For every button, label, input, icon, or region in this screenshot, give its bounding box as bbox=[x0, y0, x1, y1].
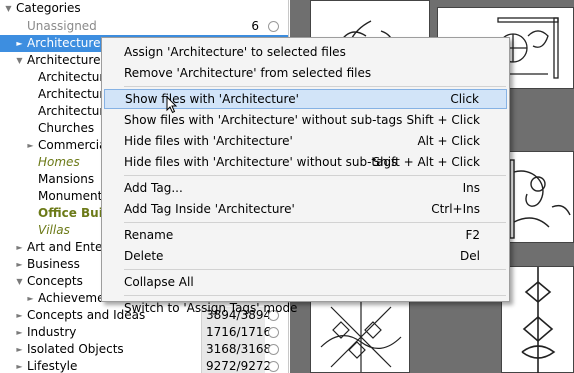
expand-arrow-icon[interactable]: ► bbox=[15, 358, 24, 373]
tree-item[interactable]: ► Lifestyle 9272/9272 bbox=[0, 358, 288, 373]
thumbnail-ornament-bottom-right[interactable] bbox=[501, 266, 574, 373]
menu-item-label: Remove 'Architecture' from selected file… bbox=[124, 66, 372, 80]
tree-item-label: Mansions bbox=[38, 172, 95, 186]
menu-item-shortcut: Shift + Click bbox=[406, 113, 480, 127]
tree-item-count: 3168/3168 bbox=[201, 341, 271, 358]
tag-filter-radio[interactable] bbox=[268, 21, 279, 32]
menu-item-label: Rename bbox=[124, 228, 174, 242]
menu-item[interactable]: Delete Del bbox=[104, 246, 507, 266]
menu-item[interactable]: Add Tag... Ins bbox=[104, 178, 507, 198]
tree-item-label: Lifestyle bbox=[27, 359, 78, 373]
expand-arrow-icon[interactable]: ► bbox=[26, 290, 35, 307]
menu-item-shortcut: Alt + Click bbox=[417, 134, 480, 148]
menu-item[interactable]: Switch to 'Assign Tags' mode bbox=[104, 298, 507, 318]
menu-item-label: Delete bbox=[124, 249, 164, 263]
menu-separator bbox=[124, 86, 506, 87]
tag-context-menu: Assign 'Architecture' to selected files R… bbox=[101, 37, 510, 315]
menu-item-shortcut: Ctrl+Ins bbox=[431, 202, 480, 216]
tree-item-count: 9272/9272 bbox=[201, 358, 271, 373]
tree-item-label: Homes bbox=[38, 155, 80, 169]
thumbnail-ornament-right-middle[interactable] bbox=[501, 151, 574, 243]
tree-item-label: Concepts bbox=[27, 274, 83, 288]
menu-separator bbox=[124, 175, 506, 176]
menu-item[interactable]: Collapse All bbox=[104, 272, 507, 292]
menu-item-label: Assign 'Architecture' to selected files bbox=[124, 45, 346, 59]
menu-item-label: Add Tag... bbox=[124, 181, 183, 195]
tree-item[interactable]: ► Industry 1716/1716 bbox=[0, 324, 288, 341]
tree-item-label: Architecture bbox=[27, 36, 101, 50]
tree-item-count: 6 bbox=[251, 19, 259, 33]
menu-item[interactable]: Assign 'Architecture' to selected files bbox=[104, 42, 507, 62]
menu-item[interactable]: Hide files with 'Architecture' Alt + Clic… bbox=[104, 131, 507, 151]
tree-item-label: Villas bbox=[38, 223, 70, 237]
tree-item-label: Unassigned bbox=[27, 19, 97, 33]
menu-item[interactable]: Show files with 'Architecture' Click bbox=[104, 89, 507, 109]
tree-item-label: Churches bbox=[38, 121, 95, 135]
expand-arrow-icon[interactable]: ► bbox=[26, 137, 35, 154]
tree-item-label: Commercial bbox=[38, 138, 110, 152]
ornament-image bbox=[509, 159, 571, 239]
tree-item[interactable]: Unassigned 6 bbox=[0, 18, 288, 35]
menu-item-shortcut: F2 bbox=[465, 228, 480, 242]
tree-item-count: 1716/1716 bbox=[201, 324, 271, 341]
expand-arrow-icon[interactable]: ► bbox=[15, 307, 24, 324]
menu-separator bbox=[124, 295, 506, 296]
tree-item[interactable]: ▼ Categories bbox=[0, 0, 288, 17]
menu-item[interactable]: Rename F2 bbox=[104, 225, 507, 245]
menu-item-shortcut: Click bbox=[450, 92, 479, 106]
ornament-image bbox=[521, 267, 556, 373]
tree-item-label: Art and Entert bbox=[27, 240, 112, 254]
tag-filter-radio[interactable] bbox=[268, 327, 279, 338]
menu-item-label: Show files with 'Architecture' bbox=[125, 92, 299, 106]
expand-arrow-icon[interactable]: ► bbox=[15, 324, 24, 341]
menu-item-label: Add Tag Inside 'Architecture' bbox=[124, 202, 295, 216]
expand-arrow-icon[interactable]: ► bbox=[15, 35, 24, 52]
collapse-arrow-icon[interactable]: ▼ bbox=[4, 0, 13, 17]
menu-item[interactable]: Hide files with 'Architecture' without s… bbox=[104, 152, 507, 172]
menu-item-label: Switch to 'Assign Tags' mode bbox=[124, 301, 298, 315]
menu-item[interactable]: Show files with 'Architecture' without s… bbox=[104, 110, 507, 130]
expand-arrow-icon[interactable]: ► bbox=[15, 239, 24, 256]
tree-item-label: Business bbox=[27, 257, 80, 271]
tree-item-label: Industry bbox=[27, 325, 77, 339]
menu-separator bbox=[124, 269, 506, 270]
tree-item[interactable]: ► Isolated Objects 3168/3168 bbox=[0, 341, 288, 358]
menu-item-shortcut: Del bbox=[460, 249, 480, 263]
collapse-arrow-icon[interactable]: ▼ bbox=[15, 273, 24, 290]
tag-filter-radio[interactable] bbox=[268, 344, 279, 355]
collapse-arrow-icon[interactable]: ▼ bbox=[15, 52, 24, 69]
menu-separator bbox=[124, 222, 506, 223]
tag-filter-radio[interactable] bbox=[268, 361, 279, 372]
menu-item-shortcut: Shift + Alt + Click bbox=[372, 155, 480, 169]
expand-arrow-icon[interactable]: ► bbox=[15, 341, 24, 358]
tree-item-label: Monuments bbox=[38, 189, 109, 203]
menu-item[interactable]: Remove 'Architecture' from selected file… bbox=[104, 63, 507, 83]
menu-item-shortcut: Ins bbox=[462, 181, 480, 195]
tree-item-label: Categories bbox=[16, 1, 81, 15]
menu-item-label: Hide files with 'Architecture' without s… bbox=[124, 155, 398, 169]
expand-arrow-icon[interactable]: ► bbox=[15, 256, 24, 273]
menu-item-label: Hide files with 'Architecture' bbox=[124, 134, 293, 148]
menu-item[interactable]: Add Tag Inside 'Architecture' Ctrl+Ins bbox=[104, 199, 507, 219]
tree-item-label: Isolated Objects bbox=[27, 342, 124, 356]
mouse-pointer-icon bbox=[166, 96, 178, 114]
menu-item-label: Collapse All bbox=[124, 275, 194, 289]
